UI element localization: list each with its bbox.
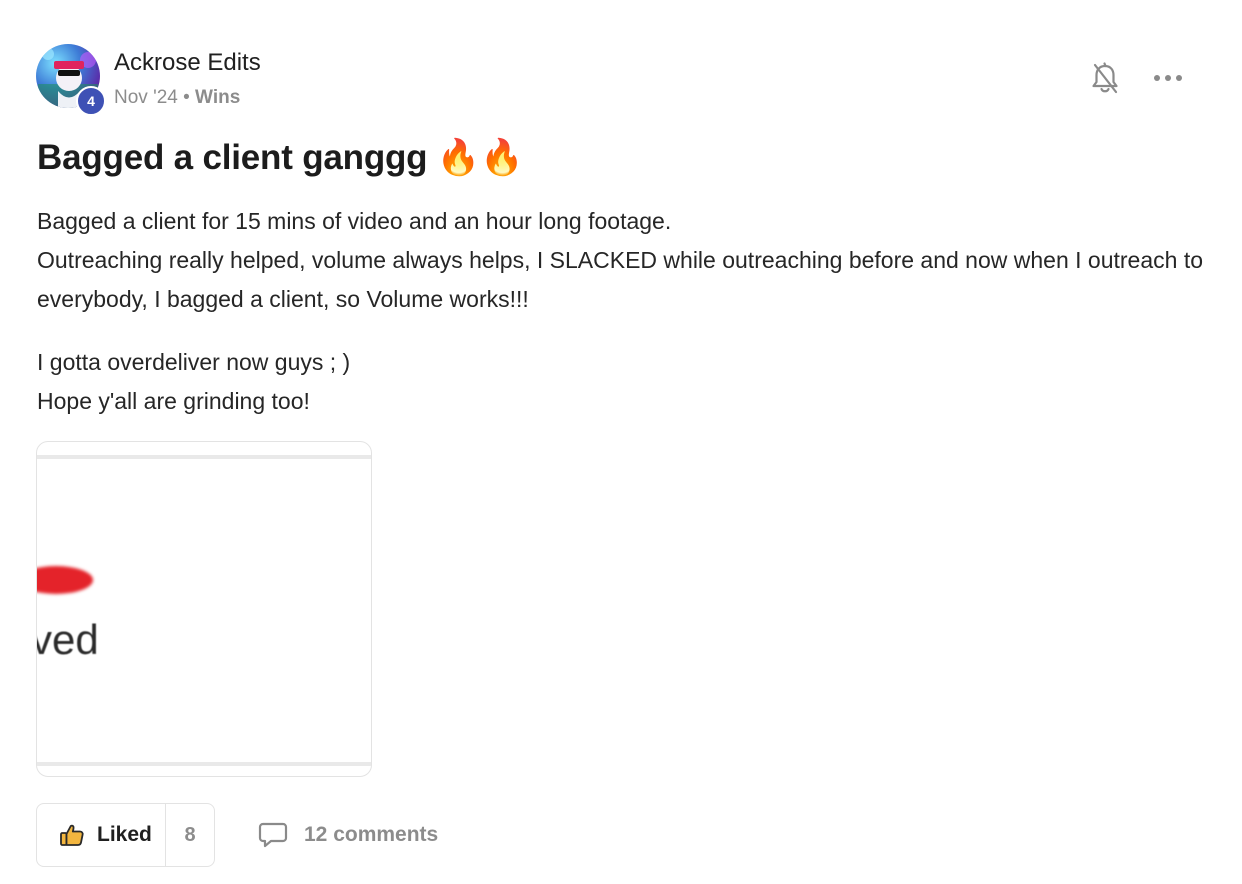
more-options-button[interactable] <box>1152 68 1184 88</box>
post-paragraph: I gotta overdeliver now guys ; ) Hope y'… <box>37 349 351 414</box>
post-category[interactable]: Wins <box>195 87 240 108</box>
notification-toggle-button[interactable] <box>1090 62 1120 96</box>
like-label: Liked <box>97 823 152 846</box>
bell-off-icon <box>1092 62 1118 94</box>
attachment-divider <box>37 762 371 766</box>
post-card: 4 Ackrose Edits Nov '24 • Wins Bagged a … <box>0 0 1242 884</box>
attachment-text: ved <box>36 616 99 663</box>
comment-icon <box>258 822 288 848</box>
author-name[interactable]: Ackrose Edits <box>114 49 261 77</box>
thumbs-up-icon <box>60 824 84 846</box>
comments-label: 12 comments <box>304 823 439 846</box>
post-date: Nov '24 <box>114 87 178 108</box>
like-group: Liked 8 <box>36 803 215 867</box>
comments-button[interactable]: 12 comments <box>258 820 438 850</box>
attachment-redaction <box>37 566 93 594</box>
like-button[interactable]: Liked <box>37 804 166 866</box>
post-paragraph: Bagged a client for 15 mins of video and… <box>37 208 1204 312</box>
image-attachment[interactable]: ved <box>36 441 372 777</box>
post-body: Bagged a client for 15 mins of video and… <box>37 202 1207 445</box>
author-avatar-wrap[interactable]: 4 <box>36 44 106 116</box>
like-count[interactable]: 8 <box>166 804 214 866</box>
meta-separator: • <box>183 87 190 108</box>
post-meta: Nov '24 • Wins <box>114 87 240 109</box>
attachment-divider <box>37 455 371 459</box>
more-horizontal-icon <box>1154 75 1182 81</box>
level-badge: 4 <box>76 86 106 116</box>
post-title: Bagged a client ganggg 🔥🔥 <box>37 138 524 177</box>
